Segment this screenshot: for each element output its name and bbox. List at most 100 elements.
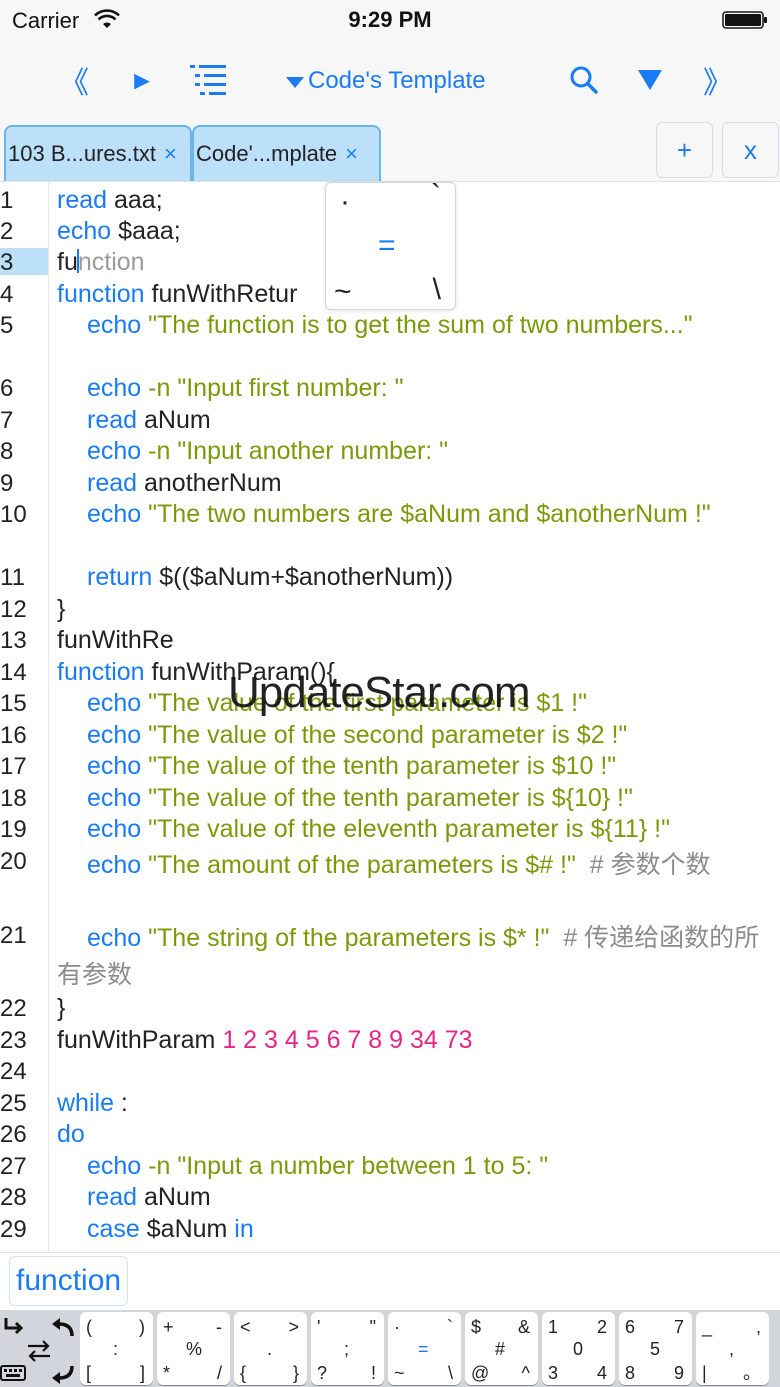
symbol-keyboard-row: ( ) : [ ] + - % * / < > . { } ' " ; ? ! … [0,1310,780,1387]
battery-icon [722,11,767,29]
symbol-key-quotes[interactable]: ' " ; ? ! [311,1312,384,1385]
symbol-key-special[interactable]: $ & # @ ^ [465,1312,538,1385]
number-key-5-9[interactable]: 6 7 5 8 9 [619,1312,692,1385]
code-line: read anotherNum [87,469,282,497]
line-number: 4 [0,281,14,308]
code-line: do [57,1120,85,1148]
code-line: echo "The value of the tenth parameter i… [87,784,633,812]
search-button[interactable] [566,58,602,102]
tab-bookmark-file[interactable]: 103 B...ures.txt × [4,125,192,181]
chevron-down-icon [286,77,304,88]
symbol-dot[interactable]: · [340,185,350,219]
line-number: 22 [0,995,27,1022]
line-number: 13 [0,627,27,654]
line-number: 9 [0,470,14,497]
undo-icon [52,1318,74,1337]
keyboard-icon [0,1365,26,1381]
code-line: echo "The string of the parameters is $*… [57,924,760,989]
triangle-down-icon [638,70,662,90]
line-number: 29 [0,1216,27,1243]
symbol-key-equals[interactable]: · ` = ~ \ [388,1312,461,1385]
previous-button[interactable]: 《 [56,58,92,102]
autocomplete-bar: function [0,1252,780,1310]
next-button[interactable]: 》 [700,58,736,102]
clock: 9:29 PM [348,7,432,32]
tab-close-icon[interactable]: × [164,141,177,167]
number-key-0-4[interactable]: 1 2 0 3 4 [542,1312,615,1385]
code-line: echo "The function is to get the sum of … [87,311,693,339]
symbol-tilde[interactable]: ~ [334,275,352,309]
line-number: 10 [0,501,27,528]
code-line: echo "The value of the eleventh paramete… [87,815,670,843]
code-line: echo "The amount of the parameters is $#… [87,851,711,879]
code-line: echo "The value of the second parameter … [87,721,628,749]
tab-close-icon[interactable]: × [345,141,358,167]
return-arrow-icon [4,1318,24,1335]
line-number: 28 [0,1184,27,1211]
code-line: case $aNum in [87,1215,254,1243]
code-line: funWithParam 1 2 3 4 5 6 7 8 9 34 73 [57,1026,473,1054]
tab-label: 103 B...ures.txt [8,141,156,166]
line-number: 12 [0,596,27,623]
line-number: 21 [0,922,27,949]
code-line: return $(($aNum+$anotherNum)) [87,563,454,591]
symbol-equals[interactable]: = [378,229,396,263]
code-line: while : [57,1089,128,1117]
line-number: 19 [0,816,27,843]
search-icon [570,66,598,94]
tab-bar: 103 B...ures.txt × Code'...mplate × + x [0,120,780,182]
status-bar: Carrier 9:29 PM [0,0,780,40]
swap-icon [28,1340,50,1362]
code-line: } [57,994,66,1022]
code-line: } [57,595,66,623]
code-line: read aNum [87,1183,211,1211]
code-line: read aNum [87,406,211,434]
watermark: UpdateStar.com [228,668,530,717]
line-number: 2 [0,218,14,245]
run-button[interactable]: ► [124,58,160,102]
code-line: echo -n "Input first number: " [87,374,404,402]
symbol-key-arith[interactable]: + - % * / [157,1312,230,1385]
symbol-key-punct[interactable]: _ , , | 。 [696,1312,769,1385]
line-number: 23 [0,1027,27,1054]
line-number: 18 [0,785,27,812]
code-line: echo -n "Input another number: " [87,437,449,465]
line-number: 24 [0,1058,27,1085]
symbol-key-brackets[interactable]: < > . { } [234,1312,307,1385]
symbol-key-popup[interactable]: · ` = ~ \ [325,179,456,310]
keyboard-control-key[interactable] [0,1312,76,1385]
document-title[interactable]: Code's Template [286,64,486,98]
line-number: 15 [0,690,27,717]
code-line: echo "The value of the tenth parameter i… [87,752,617,780]
line-number: 20 [0,848,27,875]
line-number: 1 [0,187,14,214]
code-line: funWithRe [57,626,174,654]
close-tab-button[interactable]: x [722,122,779,178]
redo-icon [52,1365,74,1384]
autocomplete-suggestion[interactable]: function [9,1256,129,1306]
tab-label: Code'...mplate [196,141,338,166]
line-number: 26 [0,1121,27,1148]
toolbar: 《 ► Code's Template 》 [0,40,780,120]
symbol-backtick[interactable]: ` [431,179,441,213]
symbol-backslash[interactable]: \ [433,273,441,307]
gutter-divider [48,182,49,1252]
line-number: 6 [0,375,14,402]
line-number: 16 [0,722,27,749]
line-number: 17 [0,753,27,780]
line-number: 27 [0,1153,27,1180]
line-number: 11 [0,564,25,591]
document-title-label: Code's Template [308,67,486,94]
code-line: echo -n "Input a number between 1 to 5: … [87,1152,549,1180]
add-tab-button[interactable]: + [656,122,713,178]
tab-codes-template[interactable]: Code'...mplate × [192,125,381,181]
dropdown-button[interactable] [634,58,666,102]
list-icon [190,65,226,95]
line-number: 3 [0,249,14,276]
symbol-key-parens[interactable]: ( ) : [ ] [80,1312,153,1385]
line-number: 5 [0,312,14,339]
code-line: echo "The two numbers are $aNum and $ano… [87,500,711,528]
line-number: 25 [0,1090,27,1117]
line-number: 8 [0,438,14,465]
outline-button[interactable] [186,58,230,102]
